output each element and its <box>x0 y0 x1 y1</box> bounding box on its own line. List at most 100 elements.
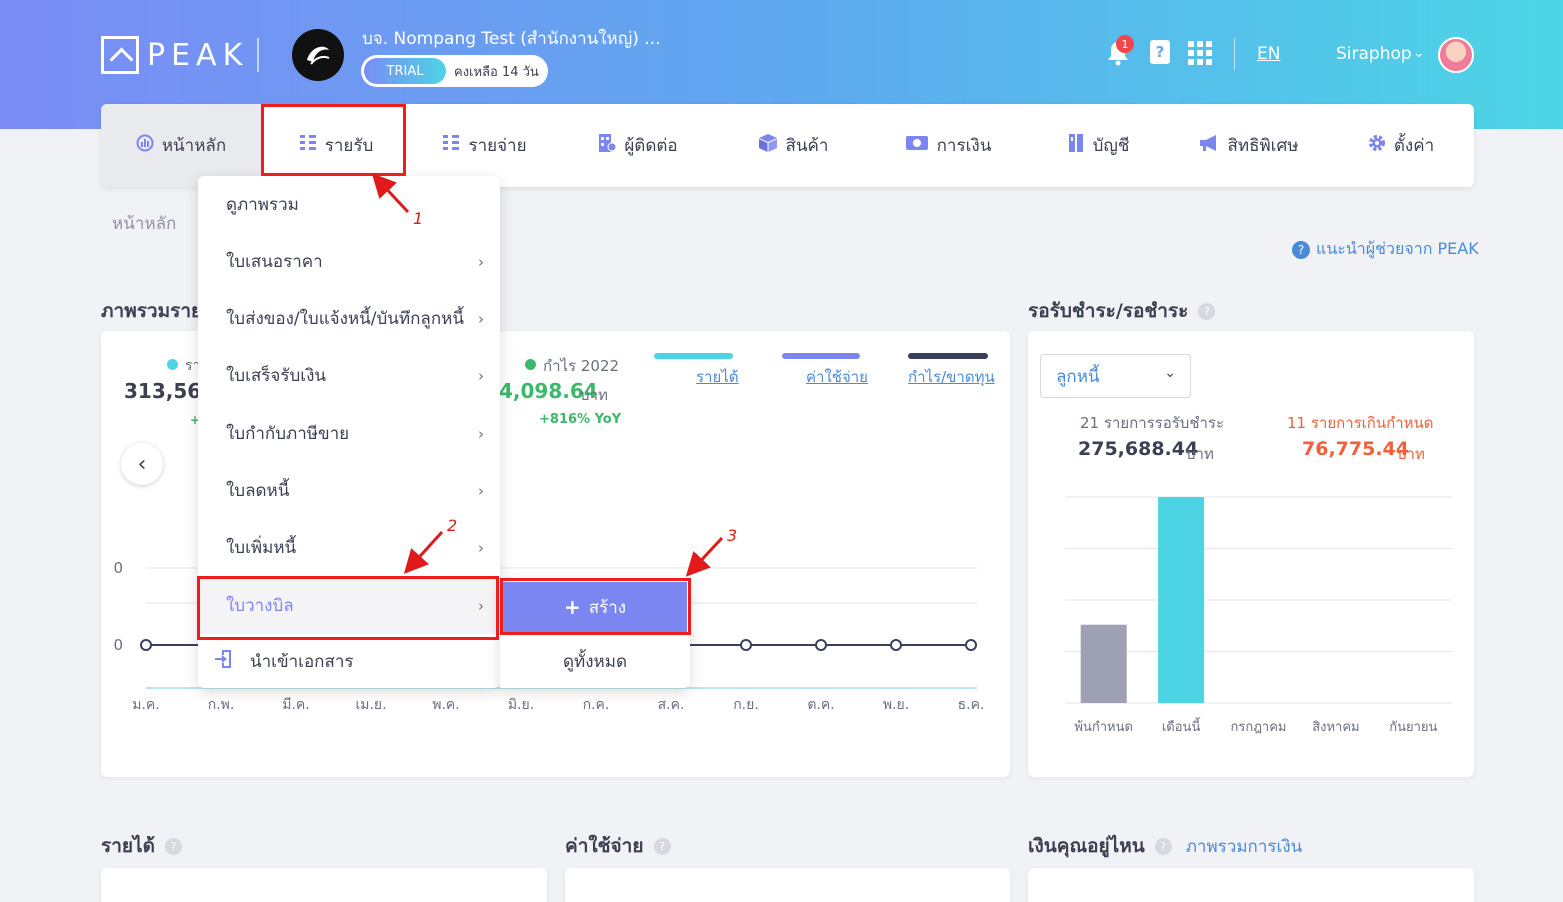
annotation-number-2: 2 <box>447 516 458 535</box>
product-box-icon <box>758 133 778 158</box>
header-divider <box>1234 38 1235 70</box>
apps-grid-icon[interactable] <box>1188 41 1212 65</box>
chevron-right-icon: › <box>478 596 484 615</box>
chevron-right-icon: › <box>478 252 484 271</box>
chevron-right-icon: › <box>478 424 484 443</box>
menu-item-billing-note[interactable]: ใบวางบิล › <box>198 577 500 634</box>
receivables-card: ลูกหนี้ ⌄ 21 รายการรอรับชำระ 275,688.44 … <box>1028 331 1474 777</box>
expense-card <box>565 868 1010 902</box>
menu-item-label: ใบเสร็จรับเงิน <box>226 366 327 386</box>
money-section-label: เงินคุณอยู่ไหน <box>1028 835 1145 857</box>
nav-item-income[interactable]: รายรับ <box>261 104 411 187</box>
receivables-title-label: รอรับชำระ/รอชำระ <box>1028 300 1189 322</box>
peak-logo[interactable]: PEAK <box>101 36 248 74</box>
help-book-icon[interactable]: ? <box>1150 40 1170 64</box>
nav-label: สิทธิพิเศษ <box>1227 136 1299 156</box>
nav-label: รายจ่าย <box>468 136 527 156</box>
x-tick-label: ม.ค. <box>132 697 160 713</box>
nav-item-accounting[interactable]: บัญชี <box>1028 104 1168 187</box>
x-tick-label: ก.ค. <box>583 697 610 713</box>
expense-section-title: ค่าใช้จ่าย ? <box>565 831 671 861</box>
x-tick-label: พ.ค. <box>432 697 460 713</box>
logo-divider <box>257 38 259 72</box>
nav-label: การเงิน <box>936 136 992 156</box>
help-link[interactable]: ? แนะนำผู้ช่วยจาก PEAK <box>1292 237 1479 262</box>
menu-item-label: ใบส่งของ/ใบแจ้งหนี้/บันทึกลูกหนี้ <box>226 309 464 329</box>
nav-item-home[interactable]: หน้าหลัก <box>101 104 261 187</box>
nav-item-finance[interactable]: การเงิน <box>868 104 1028 187</box>
finance-overview-link[interactable]: ภาพรวมการเงิน <box>1186 833 1303 860</box>
nav-item-products[interactable]: สินค้า <box>718 104 868 187</box>
income-section-label: รายได้ <box>101 835 155 857</box>
y-tick-label: 0 <box>113 559 123 577</box>
user-avatar[interactable] <box>1438 37 1474 73</box>
nav-item-settings[interactable]: ตั้งค่า <box>1328 104 1474 187</box>
nav-item-contacts[interactable]: ผู้ติดต่อ <box>558 104 718 187</box>
language-switch[interactable]: EN <box>1257 44 1280 64</box>
question-circle-icon[interactable]: ? <box>1154 837 1172 855</box>
data-point <box>740 639 752 651</box>
question-circle-icon[interactable]: ? <box>653 837 671 855</box>
x-tick-label: เม.ย. <box>355 697 386 713</box>
menu-item-label: ใบกำกับภาษีขาย <box>226 424 350 444</box>
help-link-label: แนะนำผู้ช่วยจาก PEAK <box>1316 239 1479 258</box>
menu-item-overview[interactable]: ดูภาพรวม <box>198 176 500 233</box>
company-name[interactable]: บจ. Nompang Test (สำนักงานใหญ่) ... <box>362 25 660 52</box>
ledger-icon <box>1067 133 1085 158</box>
menu-item-receipt[interactable]: ใบเสร็จรับเงิน › <box>198 347 500 404</box>
bar-category-label: พ้นกำหนด <box>1074 720 1133 735</box>
menu-item-label: ใบเสนอราคา <box>226 252 323 272</box>
menu-item-label: ดูภาพรวม <box>226 195 299 215</box>
x-tick-label: ก.ย. <box>733 697 759 713</box>
question-circle-icon[interactable]: ? <box>164 837 182 855</box>
nav-label: หน้าหลัก <box>161 136 227 156</box>
nav-item-privileges[interactable]: สิทธิพิเศษ <box>1168 104 1328 187</box>
receivables-title: รอรับชำระ/รอชำระ ? <box>1028 296 1216 326</box>
logo-text: PEAK <box>147 37 249 73</box>
trial-status[interactable]: TRIAL คงเหลือ 14 วัน <box>361 55 548 87</box>
create-billing-button[interactable]: + สร้าง <box>503 582 687 632</box>
chevron-down-icon[interactable]: ⌄ <box>1413 45 1425 61</box>
company-logo-icon[interactable] <box>292 29 344 81</box>
menu-item-label: ใบเพิ่มหนี้ <box>226 538 297 558</box>
view-all-billing-link[interactable]: ดูทั้งหมด <box>500 639 690 684</box>
menu-item-label: ใบลดหนี้ <box>226 481 290 501</box>
menu-item-label: ใบวางบิล <box>226 596 294 616</box>
x-tick-label: ก.พ. <box>208 697 235 713</box>
menu-item-tax-invoice[interactable]: ใบกำกับภาษีขาย › <box>198 405 500 462</box>
nav-label: รายรับ <box>324 136 374 156</box>
breadcrumb[interactable]: หน้าหลัก <box>112 210 176 237</box>
nav-label: บัญชี <box>1092 136 1130 156</box>
bar-category-label: สิงหาคม <box>1312 720 1359 735</box>
data-point <box>815 639 827 651</box>
nav-label: สินค้า <box>785 136 829 156</box>
money-section-title: เงินคุณอยู่ไหน ? ภาพรวมการเงิน <box>1028 831 1302 861</box>
logo-mark-icon <box>101 36 139 74</box>
nav-label: ผู้ติดต่อ <box>624 136 678 156</box>
contacts-icon <box>598 133 617 158</box>
chevron-right-icon: › <box>478 481 484 500</box>
menu-item-invoice[interactable]: ใบส่งของ/ใบแจ้งหนี้/บันทึกลูกหนี้ › <box>198 290 500 347</box>
bar <box>1158 497 1205 703</box>
income-section-title: รายได้ ? <box>101 831 182 861</box>
gear-icon <box>1368 134 1386 157</box>
chevron-right-icon: › <box>478 538 484 557</box>
bar-category-label: กรกฎาคม <box>1230 720 1286 735</box>
annotation-number-1: 1 <box>413 209 424 228</box>
menu-item-import[interactable]: นำเข้าเอกสาร <box>198 634 500 688</box>
username[interactable]: Siraphop <box>1336 44 1412 64</box>
question-circle-icon[interactable]: ? <box>1198 302 1216 320</box>
x-tick-label: มี.ค. <box>282 697 310 713</box>
menu-item-quotation[interactable]: ใบเสนอราคา › <box>198 233 500 290</box>
money-icon <box>905 134 929 157</box>
nav-item-expense[interactable]: รายจ่าย <box>411 104 558 187</box>
dashboard-icon <box>136 134 154 157</box>
create-label: สร้าง <box>588 597 627 618</box>
bar-category-label: กันยายน <box>1389 720 1437 735</box>
money-card <box>1028 868 1474 902</box>
data-point <box>890 639 902 651</box>
x-tick-label: ส.ค. <box>658 697 685 713</box>
income-card <box>101 868 547 902</box>
menu-item-credit-note[interactable]: ใบลดหนี้ › <box>198 462 500 519</box>
x-tick-label: ต.ค. <box>807 697 834 713</box>
